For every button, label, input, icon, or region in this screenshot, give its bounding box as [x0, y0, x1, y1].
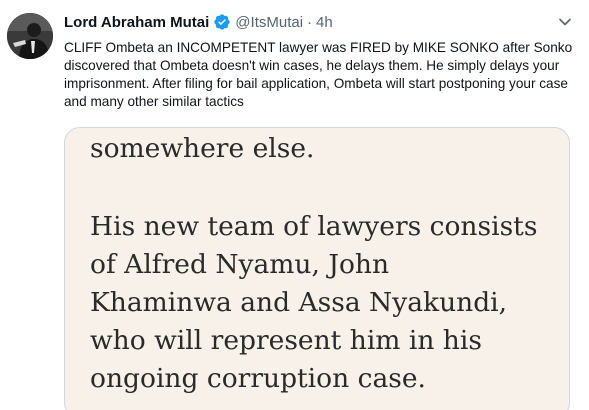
tweet-timestamp[interactable]: 4h: [316, 14, 333, 31]
verified-badge-icon: [213, 13, 231, 31]
media-text-line: who will represent him in his: [90, 325, 482, 356]
header-separator: ·: [307, 13, 313, 31]
media-text-line: somewhere else.: [90, 133, 315, 164]
tweet-media-image[interactable]: somewhere else. His new team of lawyers …: [64, 127, 570, 410]
tweet-card[interactable]: Lord Abraham Mutai @ItsMutai · 4h CLIFF …: [0, 0, 589, 410]
media-text-line: of Alfred Nyamu, John: [90, 249, 390, 280]
tweet-text: CLIFF Ombeta an INCOMPETENT lawyer was F…: [64, 40, 573, 109]
author-name[interactable]: Lord Abraham Mutai: [64, 14, 209, 31]
media-text-line: ongoing corruption case.: [90, 363, 426, 394]
avatar[interactable]: [7, 13, 53, 59]
media-text-line: Khaminwa and Assa Nyakundi,: [90, 287, 508, 318]
author-handle[interactable]: @ItsMutai: [235, 14, 303, 31]
media-text-line: His new team of lawyers consists: [90, 211, 538, 242]
chevron-down-icon[interactable]: [555, 13, 575, 31]
tweet-header: Lord Abraham Mutai @ItsMutai · 4h: [64, 12, 333, 32]
